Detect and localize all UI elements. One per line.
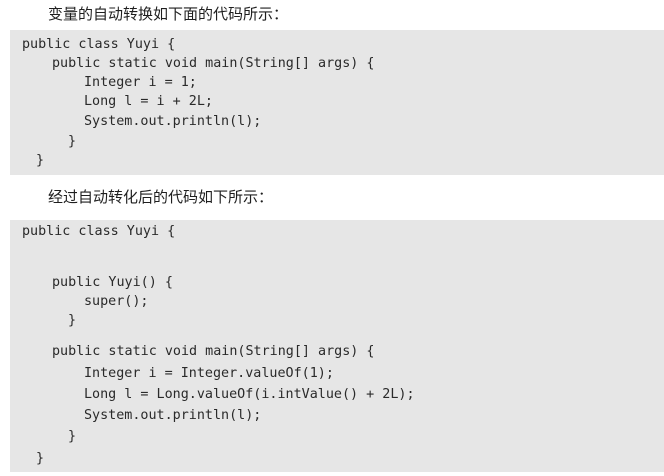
- code-line: super();: [84, 294, 149, 309]
- code-line: Integer i = Integer.valueOf(1);: [84, 366, 334, 381]
- code-line: public Yuyi() {: [52, 275, 173, 290]
- code-line: public static void main(String[] args) {: [52, 344, 375, 359]
- code-line: public static void main(String[] args) {: [52, 56, 375, 71]
- code-line: System.out.println(l);: [84, 114, 262, 129]
- code-line: }: [68, 429, 77, 444]
- code-line: System.out.println(l);: [84, 408, 262, 423]
- code-line: Integer i = 1;: [84, 75, 197, 90]
- code-line: }: [68, 134, 77, 149]
- code-line: Long l = i + 2L;: [84, 94, 213, 109]
- code-block-before: public class Yuyi { public static void m…: [10, 30, 664, 175]
- code-line: }: [68, 313, 77, 328]
- after-paragraph: 经过自动转化后的代码如下所示：: [48, 188, 274, 206]
- code-block-after: public class Yuyi { public Yuyi() { supe…: [10, 220, 664, 472]
- code-line: }: [36, 451, 45, 466]
- code-line: public class Yuyi {: [22, 37, 176, 52]
- code-line: Long l = Long.valueOf(i.intValue() + 2L)…: [84, 387, 415, 402]
- code-line: }: [36, 153, 45, 168]
- code-line: public class Yuyi {: [22, 224, 176, 239]
- intro-paragraph: 变量的自动转换如下面的代码所示：: [48, 5, 289, 23]
